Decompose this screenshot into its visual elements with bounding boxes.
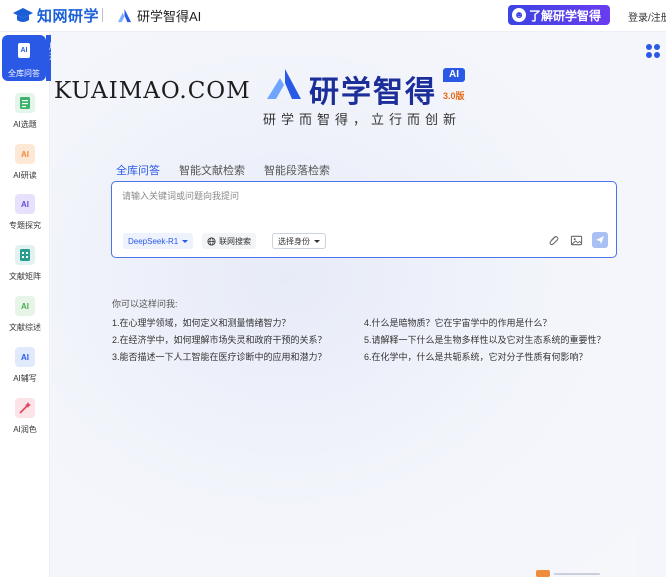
sidebar-item-label: AI研读 — [13, 171, 37, 180]
sidebar-item-label: AI润色 — [13, 425, 37, 434]
suggested-question[interactable]: 4.什么是暗物质？它在宇宙学中的作用是什么？ — [364, 316, 552, 329]
sidebar-item-ai-polish[interactable]: AI润色 — [0, 398, 50, 444]
cnki-brand[interactable]: 知网研学 — [12, 5, 99, 26]
send-icon — [596, 236, 604, 244]
sidebar-item-label: 文献综述 — [9, 323, 41, 332]
suggestions-title: 你可以这样问我: — [112, 299, 178, 309]
right-panel — [637, 33, 666, 577]
watermark-text: KUAIMAO.COM — [54, 78, 251, 104]
chevron-down-icon — [314, 239, 320, 243]
product-brand[interactable]: 研学智得AI — [117, 6, 201, 25]
sidebar: AI 全库问答 AI选题 AI AI研读 AI 专题探究 文献矩阵 AI 文献综… — [0, 32, 50, 577]
yanxue-logo-icon — [117, 8, 132, 23]
brand-divider — [102, 8, 103, 22]
sidebar-item-topic-research[interactable]: AI 专题探究 — [0, 194, 50, 240]
matrix-icon — [15, 245, 35, 265]
sidebar-item-library-qa[interactable]: AI 全库问答 — [2, 35, 46, 81]
review-icon: AI — [15, 296, 35, 316]
suggested-question[interactable]: 1.在心理学领域，如何定义和测量情绪智力？ — [112, 316, 291, 329]
research-icon: AI — [15, 194, 35, 214]
write-icon: AI — [15, 347, 35, 367]
topic-icon — [15, 93, 35, 113]
role-label: 选择身份 — [278, 236, 310, 246]
sidebar-item-ai-read[interactable]: AI AI研读 — [0, 144, 50, 190]
chevron-down-icon — [182, 239, 189, 243]
tab-library-qa[interactable]: 全库问答 — [116, 162, 160, 178]
graduation-cap-icon — [13, 7, 33, 22]
model-select[interactable]: DeepSeek-R1 — [123, 233, 194, 249]
suggested-question[interactable]: 2.在经济学中，如何理解市场失灵和政府干预的关系？ — [112, 333, 327, 346]
read-icon: AI — [15, 144, 35, 164]
web-search-label: 联网搜索 — [219, 236, 251, 246]
polish-icon — [15, 398, 35, 418]
apps-icon[interactable] — [646, 44, 662, 60]
tab-paragraph-search[interactable]: 智能段落检索 — [264, 162, 330, 178]
sidebar-item-label: AI选题 — [13, 120, 37, 129]
yanxue-logo-icon — [267, 69, 301, 99]
product-name: 研学智得AI — [137, 9, 202, 24]
robot-icon: ☻ — [512, 8, 526, 22]
sidebar-item-literature-matrix[interactable]: 文献矩阵 — [0, 245, 50, 291]
sidebar-item-label: 专题探究 — [9, 221, 41, 230]
web-search-toggle[interactable]: 联网搜索 — [202, 233, 256, 249]
login-link[interactable]: 登录/注册 — [628, 9, 666, 24]
search-input[interactable] — [122, 191, 602, 201]
slogan: 研学而智得，立行而创新 — [263, 112, 462, 127]
product-title: 研学智得 — [309, 76, 437, 109]
sidebar-item-ai-write[interactable]: AI AI辅写 — [0, 347, 50, 393]
sidebar-item-label: 文献矩阵 — [9, 272, 41, 281]
document-icon: AI — [18, 43, 30, 58]
image-icon[interactable] — [570, 234, 583, 247]
send-button[interactable] — [592, 232, 608, 248]
brand-name: 知网研学 — [37, 8, 100, 25]
sidebar-item-literature-review[interactable]: AI 文献综述 — [0, 296, 50, 342]
version-label: 3.0版 — [443, 91, 465, 101]
learn-more-button[interactable]: ☻ 了解研学智得 — [508, 5, 610, 25]
decorative-flag-icon — [536, 570, 600, 577]
suggested-question[interactable]: 3.能否描述一下人工智能在医疗诊断中的应用和潜力？ — [112, 350, 327, 363]
suggested-question[interactable]: 5.请解释一下什么是生物多样性以及它对生态系统的重要性？ — [364, 333, 606, 346]
role-select[interactable]: 选择身份 — [272, 233, 326, 249]
model-label: DeepSeek-R1 — [128, 236, 179, 246]
sidebar-item-label: 全库问答 — [8, 69, 40, 78]
learn-more-label: 了解研学智得 — [529, 8, 602, 23]
tab-literature-search[interactable]: 智能文献检索 — [179, 162, 245, 178]
search-tabs: 全库问答 智能文献检索 智能段落检索 — [116, 162, 349, 178]
ai-badge: AI — [443, 68, 465, 82]
top-bar: 知网研学 研学智得AI ☻ 了解研学智得 登录/注册 — [0, 0, 666, 32]
sidebar-item-label: AI辅写 — [13, 374, 37, 383]
sidebar-item-ai-topic[interactable]: AI选题 — [0, 93, 50, 139]
search-box: DeepSeek-R1 联网搜索 选择身份 — [111, 181, 617, 258]
globe-icon — [207, 236, 216, 246]
attachment-icon[interactable] — [547, 234, 560, 247]
suggested-question[interactable]: 6.在化学中，什么是共轭系统，它对分子性质有何影响？ — [364, 350, 588, 363]
